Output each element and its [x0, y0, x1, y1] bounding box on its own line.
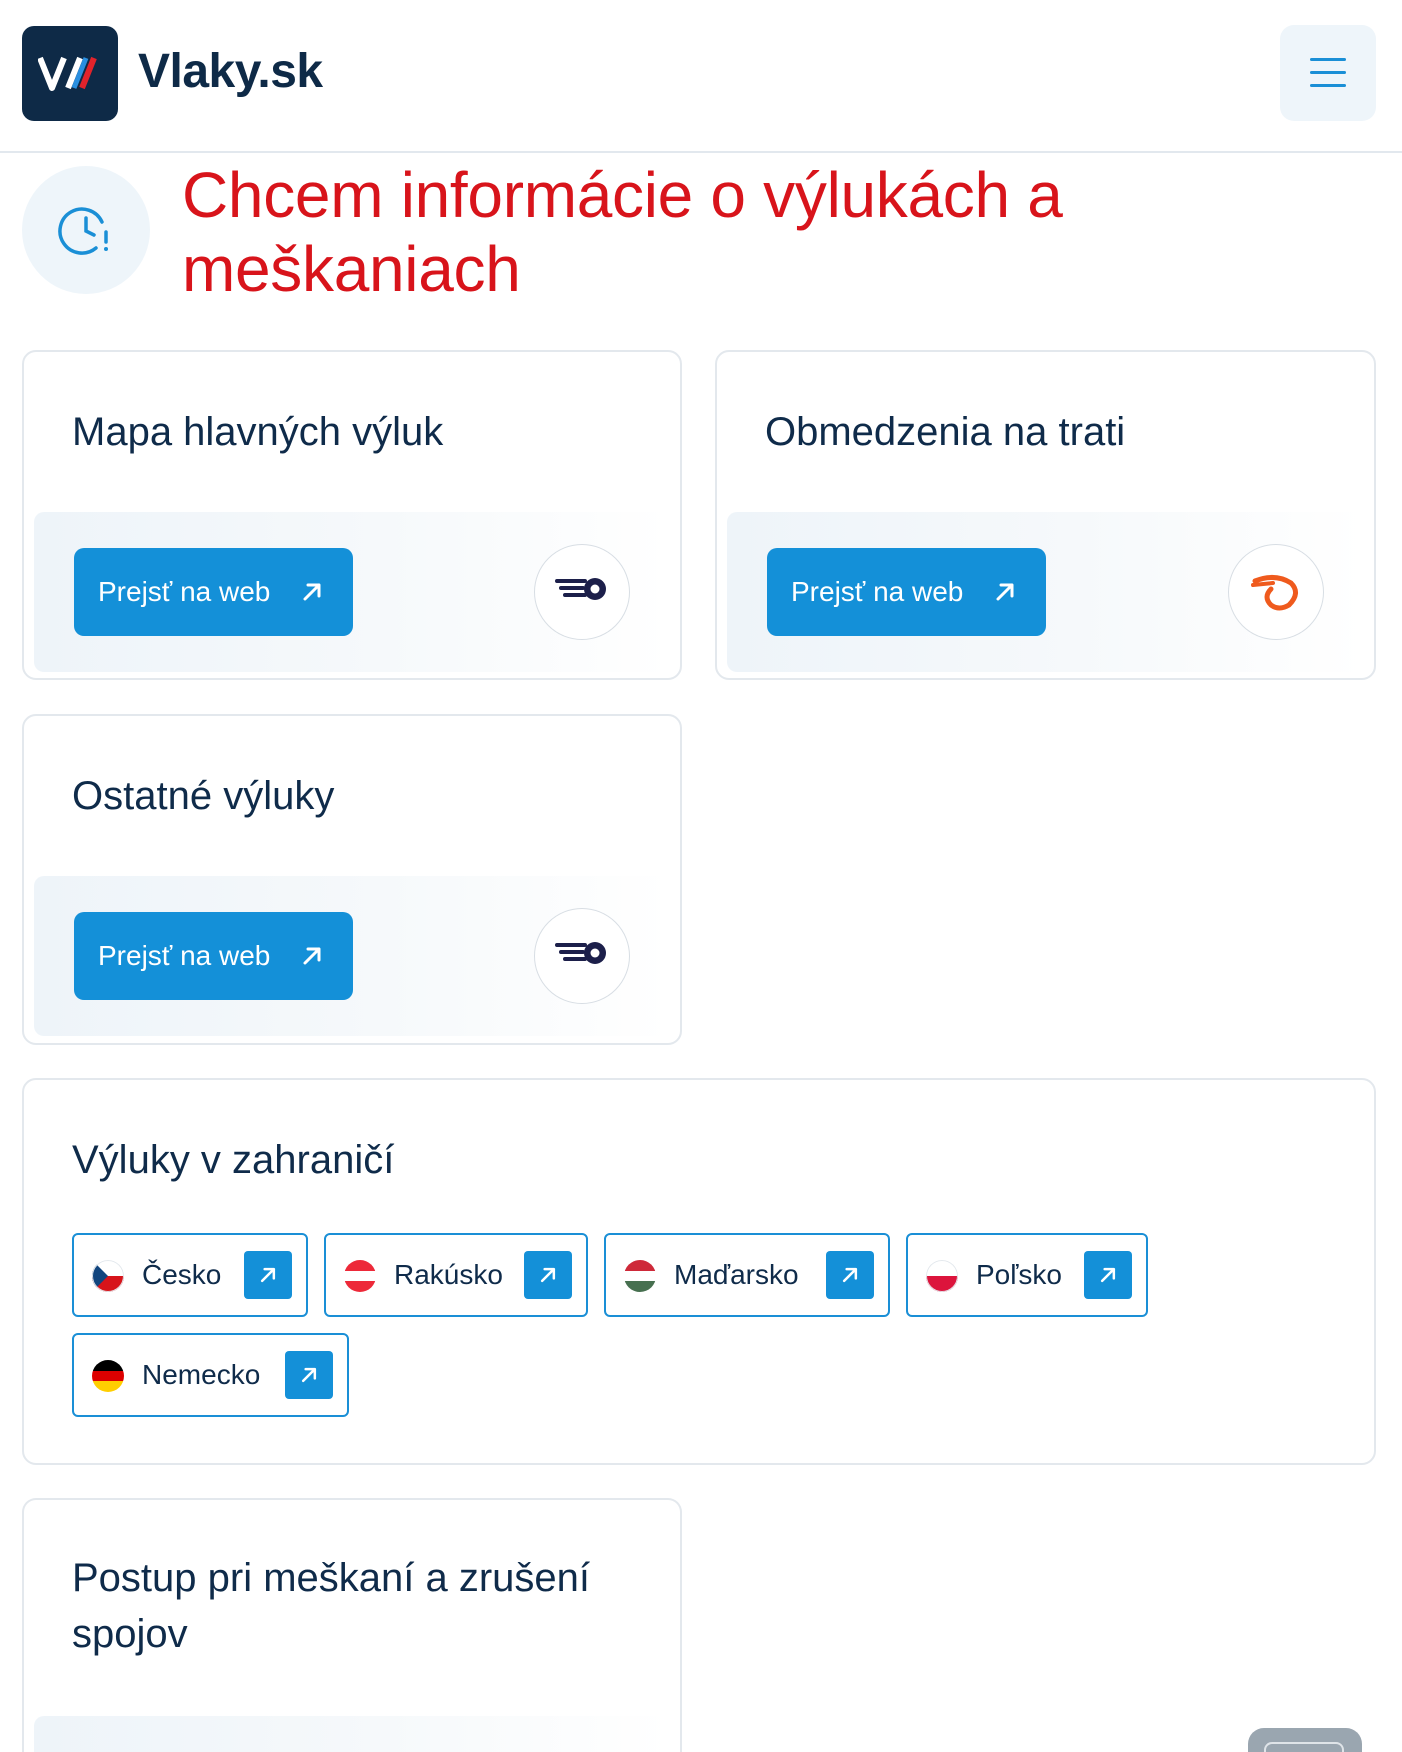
menu-line-icon — [1310, 58, 1346, 61]
brand-name[interactable]: Vlaky.sk — [138, 44, 323, 99]
page-title: Chcem informácie o výlukách a meškaniach — [182, 159, 1063, 305]
go-to-web-button[interactable]: Prejsť na web — [74, 548, 353, 636]
button-label: Prejsť na web — [98, 576, 271, 607]
external-link-icon — [524, 1251, 572, 1299]
country-name: Maďarsko — [674, 1259, 799, 1290]
card-footer — [34, 1716, 670, 1752]
card-footer: Prejsť na web — [727, 512, 1364, 672]
external-arrow-icon — [303, 583, 321, 601]
card-footer: Prejsť na web — [34, 876, 670, 1036]
external-link-icon — [244, 1251, 292, 1299]
country-link-poland[interactable]: Poľsko — [906, 1233, 1148, 1317]
card-footer: Prejsť na web — [34, 512, 670, 672]
austria-flag-icon — [344, 1260, 376, 1292]
country-name: Česko — [142, 1259, 222, 1290]
country-link-germany[interactable]: Nemecko — [72, 1333, 349, 1417]
card-other-closures: Ostatné výluky Prejsť na web — [22, 714, 682, 1045]
clock-alert-icon — [22, 166, 150, 294]
country-link-hungary[interactable]: Maďarsko — [604, 1233, 890, 1317]
menu-line-icon — [1310, 84, 1346, 87]
card-title: Mapa hlavných výluk — [72, 410, 444, 454]
country-link-austria[interactable]: Rakúsko — [324, 1233, 588, 1317]
site-header: Vlaky.sk — [0, 0, 1402, 153]
cookie-settings-button[interactable] — [1248, 1728, 1362, 1752]
go-to-web-button[interactable]: Prejsť na web — [74, 912, 353, 1000]
czech-flag-icon — [92, 1260, 124, 1292]
germany-flag-icon — [92, 1360, 124, 1392]
card-closures-abroad: Výluky v zahraničí Česko Rakúsko Maďarsk… — [22, 1078, 1376, 1465]
card-title: Výluky v zahraničí — [72, 1138, 395, 1182]
button-label: Prejsť na web — [98, 940, 271, 971]
poland-flag-icon — [926, 1260, 958, 1292]
card-title: Ostatné výluky — [72, 774, 335, 818]
menu-line-icon — [1310, 71, 1346, 74]
country-name: Poľsko — [976, 1259, 1062, 1290]
hungary-flag-icon — [624, 1260, 656, 1292]
country-name: Rakúsko — [394, 1259, 503, 1290]
vlaky-logo-icon[interactable] — [22, 26, 118, 121]
card-track-restrictions: Obmedzenia na trati Prejsť na web — [715, 350, 1376, 680]
external-arrow-icon — [996, 583, 1014, 601]
external-arrow-icon — [303, 947, 321, 965]
zssk-train-icon — [534, 544, 630, 640]
go-to-web-button[interactable]: Prejsť na web — [767, 548, 1046, 636]
country-name: Nemecko — [142, 1359, 261, 1390]
button-label: Prejsť na web — [791, 576, 964, 607]
zssk-train-icon — [534, 908, 630, 1004]
hamburger-menu-button[interactable] — [1280, 25, 1376, 121]
country-link-czechia[interactable]: Česko — [72, 1233, 308, 1317]
card-main-closures-map: Mapa hlavných výluk Prejsť na web — [22, 350, 682, 680]
card-delay-procedure: Postup pri meškaní a zrušení spojov — [22, 1498, 682, 1752]
external-link-icon — [1084, 1251, 1132, 1299]
card-title: Postup pri meškaní a zrušení spojov — [72, 1556, 591, 1656]
external-link-icon — [285, 1351, 333, 1399]
external-link-icon — [826, 1251, 874, 1299]
zsr-swirl-icon — [1228, 544, 1324, 640]
card-title: Obmedzenia na trati — [765, 410, 1126, 454]
